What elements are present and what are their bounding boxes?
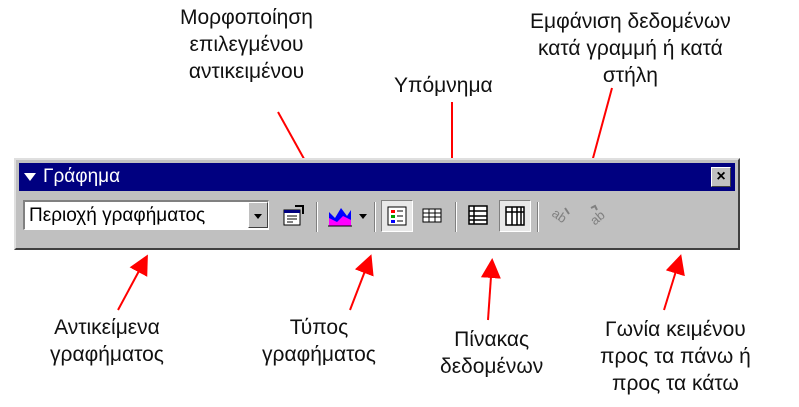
separator <box>374 202 376 232</box>
area-chart-icon <box>328 208 352 227</box>
format-object-icon <box>283 205 304 226</box>
legend-icon <box>387 206 407 226</box>
callout-legend: Υπόμνημα <box>394 74 493 97</box>
callout-chart-objects: Αντικείμενα γραφήματος <box>50 316 164 366</box>
by-row-button[interactable] <box>463 200 495 232</box>
angle-text-upward-icon: ab <box>587 204 608 228</box>
toolbar-row: Περιοχή γραφήματος ab ab <box>19 196 735 240</box>
arrow-angle-text <box>663 254 685 311</box>
arrow-chart-type <box>349 254 374 311</box>
arrow-chart-objects <box>117 254 148 311</box>
toolbar-title: Γράφημα <box>43 166 121 187</box>
svg-text:ab: ab <box>549 205 569 226</box>
callout-angle-text: Γωνία κειμένου προς τα πάνω ή προς τα κά… <box>600 318 751 395</box>
by-column-button[interactable] <box>499 200 531 232</box>
chart-objects-select[interactable]: Περιοχή γραφήματος <box>23 200 269 230</box>
callout-data-table: Πίνακας δεδομένων <box>440 328 544 378</box>
by-row-icon <box>468 205 488 225</box>
data-table-icon <box>422 208 442 223</box>
toolbar-titlebar[interactable]: Γράφημα × <box>19 163 735 191</box>
chart-type-dropdown-icon[interactable] <box>359 214 367 219</box>
svg-text:ab: ab <box>587 207 608 228</box>
toolbar-menu-icon[interactable] <box>24 173 36 181</box>
data-table-button[interactable] <box>417 200 449 232</box>
angle-text-downward-icon: ab <box>549 205 570 226</box>
separator <box>316 202 318 232</box>
callout-format-object: Μορφοποίηση επιλεγμένου αντικειμένου <box>180 6 313 83</box>
separator <box>537 202 539 232</box>
by-column-icon <box>505 206 525 226</box>
arrow-data-table <box>480 258 501 321</box>
angle-text-upward-button[interactable]: ab <box>581 200 613 232</box>
angle-text-downward-button[interactable]: ab <box>545 200 577 232</box>
legend-button[interactable] <box>381 200 413 232</box>
format-object-button[interactable] <box>277 200 309 232</box>
separator <box>455 202 457 232</box>
callout-by-row-col: Εμφάνιση δεδομένων κατά γραμμή ή κατά στ… <box>530 10 731 87</box>
callout-chart-type: Τύπος γραφήματος <box>262 316 376 366</box>
chart-objects-dropdown-button[interactable] <box>248 202 268 228</box>
chart-type-button[interactable] <box>323 200 355 232</box>
chart-toolbar: Γράφημα × Περιοχή γραφήματος ab ab <box>14 158 740 250</box>
close-button[interactable]: × <box>711 167 731 187</box>
chart-objects-value: Περιοχή γραφήματος <box>29 205 206 226</box>
